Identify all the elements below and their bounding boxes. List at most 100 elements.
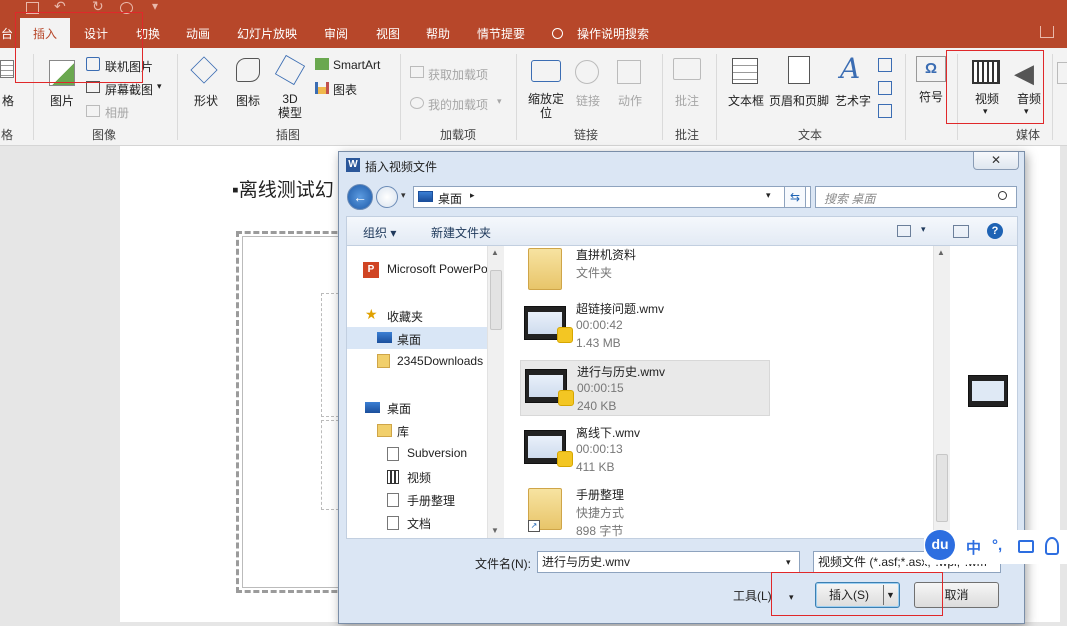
group-illustrations-label: 插图 [275, 128, 300, 142]
tree-item-documents[interactable]: 文档 [407, 515, 431, 532]
new-folder-button[interactable]: 新建文件夹 [431, 224, 491, 241]
tab-view[interactable]: 视图 [368, 18, 408, 48]
shapes-icon[interactable] [190, 56, 218, 84]
tab-review[interactable]: 审阅 [316, 18, 356, 48]
preview-pane-icon[interactable] [953, 225, 969, 238]
recent-pages-chevron-icon[interactable]: ▾ [401, 190, 406, 201]
tree-item-library[interactable]: 库 [397, 423, 409, 440]
tree-item-desktop-selected[interactable]: 桌面 [347, 327, 487, 349]
scroll-up-icon[interactable]: ▲ [491, 248, 499, 257]
file-size: 898 字节 [576, 524, 624, 538]
tell-me-search[interactable]: 操作说明搜索 [552, 18, 649, 48]
tree-item-subversion[interactable]: Subversion [407, 446, 467, 460]
list-item[interactable]: 离线下.wmv 00:00:13 411 KB [520, 422, 770, 478]
tree-item-manual[interactable]: 手册整理 [407, 492, 455, 509]
search-icon [552, 28, 563, 39]
filename-input[interactable]: 进行与历史.wmv ▾ [537, 551, 800, 573]
search-input[interactable]: 搜索 桌面 [815, 186, 1017, 208]
picture-button[interactable]: 图片 [42, 92, 82, 109]
highlight-insert-tab [15, 12, 143, 83]
textbox-icon[interactable] [732, 58, 758, 84]
file-name: 离线下.wmv [576, 426, 640, 440]
smartart-icon[interactable] [315, 58, 329, 70]
wordart-button[interactable]: 艺术字 [832, 92, 874, 109]
ime-punctuation-toggle[interactable]: °, [992, 537, 1002, 554]
tree-item-desktop[interactable]: 桌面 [387, 400, 411, 417]
word-app-icon: W [346, 158, 360, 172]
textbox-button[interactable]: 文本框 [726, 92, 766, 109]
header-footer-button[interactable]: 页眉和页脚 [768, 92, 830, 109]
slide-number-icon[interactable] [878, 81, 892, 95]
wordart-icon[interactable]: A [840, 52, 860, 85]
table-icon[interactable] [0, 60, 14, 78]
toolbox-icon[interactable] [1018, 540, 1034, 553]
3d-models-button[interactable]: 3D 模型 [270, 92, 310, 120]
refresh-button[interactable]: ⇆ [784, 186, 806, 208]
chart-icon[interactable] [315, 82, 329, 94]
zoom-button[interactable]: 缩放定 位 [524, 92, 568, 120]
group-media-label: 媒体 [1015, 128, 1040, 142]
tree-item-powerpoint[interactable]: Microsoft PowerPoint [387, 262, 500, 276]
file-list-scrollbar[interactable]: ▲ [933, 246, 950, 538]
tree-item-downloads[interactable]: 2345Downloads [397, 354, 483, 368]
icons-icon[interactable] [236, 58, 260, 82]
address-text: 桌面 [438, 192, 463, 206]
file-type: 快捷方式 [576, 506, 625, 520]
address-dropdown-icon[interactable]: ▾ [766, 190, 771, 201]
list-item[interactable]: ↗ 手册整理 快捷方式 898 字节 [520, 484, 770, 540]
screenshot-button[interactable]: 屏幕截图 [105, 81, 153, 98]
tab-animations[interactable]: 动画 [178, 18, 218, 48]
ime-logo-icon[interactable]: du [925, 530, 955, 560]
scroll-up-icon[interactable]: ▲ [937, 248, 945, 257]
shortcut-arrow-icon: ↗ [528, 520, 540, 532]
video-thumbnail-icon [525, 369, 574, 406]
ime-language-toggle[interactable]: 中 [966, 537, 981, 558]
forward-button[interactable] [376, 186, 398, 208]
list-item-selected[interactable]: 进行与历史.wmv 00:00:15 240 KB [520, 360, 770, 416]
object-icon[interactable] [878, 104, 892, 118]
file-name: 直拼机资料 [576, 248, 637, 262]
list-item[interactable]: 直拼机资料 文件夹 [520, 244, 770, 300]
tab-help[interactable]: 帮助 [418, 18, 458, 48]
tree-scrollbar-thumb[interactable] [490, 270, 502, 330]
tree-item-favorites[interactable]: 收藏夹 [387, 308, 423, 325]
chevron-down-icon[interactable]: ▾ [157, 81, 162, 92]
file-duration: 00:00:15 [577, 381, 624, 395]
breadcrumb-chevron-icon[interactable]: ▸ [470, 190, 475, 201]
header-footer-icon[interactable] [788, 56, 810, 84]
tab-slideshow[interactable]: 幻灯片放映 [232, 18, 302, 48]
3d-models-icon[interactable] [274, 54, 306, 86]
date-time-icon[interactable] [878, 58, 892, 72]
file-list-scrollbar-thumb[interactable] [936, 454, 948, 522]
tree-item-videos[interactable]: 视频 [407, 469, 431, 486]
user-icon[interactable] [1045, 537, 1059, 555]
list-item[interactable]: 超链接问题.wmv 00:00:42 1.43 MB [520, 298, 770, 354]
address-bar[interactable]: 桌面 ▸ ▾ [413, 186, 811, 208]
highlight-insert-button [771, 572, 943, 616]
document-icon [387, 516, 399, 530]
organize-button[interactable]: 组织 ▾ [363, 224, 396, 241]
icons-button[interactable]: 图标 [228, 92, 268, 109]
slide-title[interactable]: ▪离线测试幻 [232, 175, 334, 202]
view-options-icon[interactable] [897, 225, 911, 237]
back-button[interactable]: ← [347, 184, 373, 210]
folder-icon [528, 248, 562, 290]
tab-home[interactable]: 台 [0, 18, 14, 48]
tree-scrollbar[interactable]: ▲ ▼ [487, 246, 504, 538]
zoom-icon[interactable] [531, 60, 561, 82]
help-icon[interactable]: ? [987, 223, 1003, 239]
share-icon[interactable] [1040, 26, 1054, 38]
zoom-label-1: 缩放定 [527, 92, 564, 106]
chevron-down-icon[interactable]: ▾ [786, 552, 791, 572]
close-button[interactable]: ✕ [973, 152, 1019, 170]
chart-button[interactable]: 图表 [333, 81, 357, 98]
symbol-icon[interactable]: Ω [916, 56, 946, 82]
file-duration: 00:00:42 [576, 318, 623, 332]
scroll-down-icon[interactable]: ▼ [491, 526, 499, 535]
table-button-label[interactable]: 格 [0, 92, 16, 109]
chevron-down-icon[interactable]: ▾ [921, 224, 926, 235]
shapes-button[interactable]: 形状 [186, 92, 226, 109]
customize-qat-icon[interactable]: ▾ [152, 0, 158, 14]
tab-storyboarding[interactable]: 情节提要 [470, 18, 532, 48]
smartart-button[interactable]: SmartArt [333, 58, 380, 72]
